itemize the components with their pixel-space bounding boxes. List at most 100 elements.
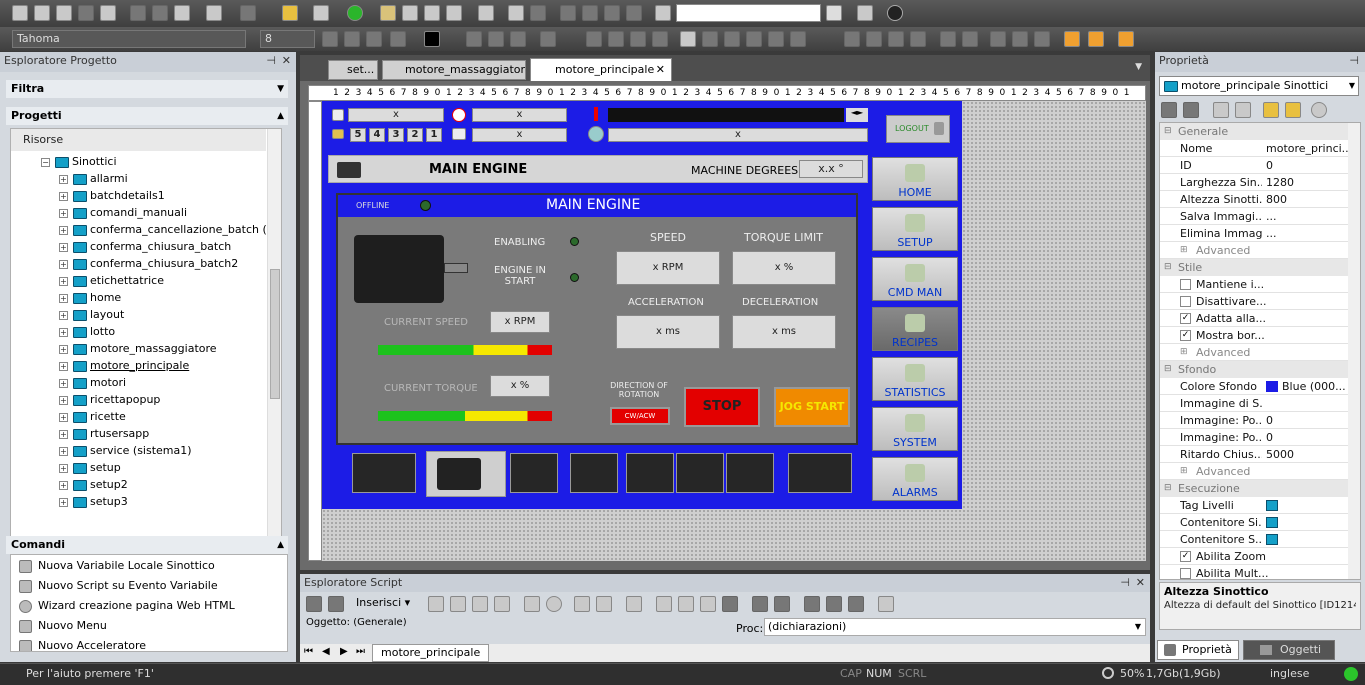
property-row[interactable]: Elimina Immag...... bbox=[1160, 225, 1356, 242]
gear-icon[interactable] bbox=[380, 5, 396, 21]
property-checkbox[interactable]: ✓ bbox=[1180, 330, 1191, 341]
expand-icon[interactable]: + bbox=[59, 378, 68, 388]
property-row[interactable]: ✓ Mostra bor... bbox=[1160, 327, 1356, 344]
property-row-bg-color[interactable]: Colore Sfondo Blue (000... bbox=[1160, 378, 1356, 395]
expand-icon[interactable]: + bbox=[59, 361, 68, 371]
size-3-icon[interactable] bbox=[888, 31, 904, 47]
align-2-icon[interactable] bbox=[724, 31, 740, 47]
key-2[interactable]: 2 bbox=[407, 128, 423, 142]
property-value[interactable]: ... bbox=[1266, 225, 1350, 242]
snap-icon[interactable] bbox=[1088, 31, 1104, 47]
key-5[interactable]: 5 bbox=[350, 128, 366, 142]
expand-icon[interactable]: ⊞ bbox=[1180, 242, 1188, 259]
cross-ref-icon[interactable] bbox=[560, 5, 576, 21]
arrange-2-icon[interactable] bbox=[608, 31, 624, 47]
arrange-3-icon[interactable] bbox=[630, 31, 646, 47]
thumb-5[interactable] bbox=[626, 453, 674, 493]
collapse-icon[interactable]: ⊟ bbox=[1164, 361, 1172, 378]
script-stop-icon[interactable] bbox=[328, 596, 344, 612]
verify-icon[interactable] bbox=[626, 5, 642, 21]
thumb-2[interactable] bbox=[426, 451, 506, 497]
script-replace-icon[interactable] bbox=[826, 596, 842, 612]
tree-item[interactable]: + comandi_manuali bbox=[59, 204, 187, 221]
property-row[interactable]: Immagine: Po... 0 bbox=[1160, 412, 1356, 429]
fill-color-icon[interactable] bbox=[424, 31, 440, 47]
property-row[interactable]: Nome motore_princi... bbox=[1160, 140, 1356, 157]
open-icon[interactable] bbox=[34, 5, 50, 21]
prev-icon[interactable]: ◀ bbox=[322, 646, 330, 657]
chevron-down-icon[interactable]: ▼ bbox=[1135, 619, 1141, 635]
font-name-select[interactable]: Tahoma bbox=[12, 30, 246, 48]
script-bookmark-icon[interactable] bbox=[848, 596, 864, 612]
key-3[interactable]: 3 bbox=[388, 128, 404, 142]
expand-icon[interactable]: + bbox=[59, 242, 68, 252]
banner-arrows[interactable]: ◄► bbox=[846, 108, 868, 122]
property-row[interactable]: Abilita Mult... bbox=[1160, 565, 1356, 579]
arrange-1-icon[interactable] bbox=[586, 31, 602, 47]
search-input[interactable] bbox=[676, 4, 821, 22]
tree-item[interactable]: + motori bbox=[59, 374, 126, 391]
tree-item[interactable]: + lotto bbox=[59, 323, 115, 340]
property-value[interactable]: 1280 bbox=[1266, 174, 1350, 191]
pin-icon[interactable]: ⊣ bbox=[1120, 576, 1130, 589]
property-checkbox[interactable]: ✓ bbox=[1180, 313, 1191, 324]
thumb-6[interactable] bbox=[676, 453, 724, 493]
property-row[interactable]: Salva Immagi...... bbox=[1160, 208, 1356, 225]
property-row[interactable]: Immagine di S... bbox=[1160, 395, 1356, 412]
size-4-icon[interactable] bbox=[910, 31, 926, 47]
thumb-3[interactable] bbox=[510, 453, 558, 493]
first-icon[interactable]: ⏮ bbox=[304, 646, 313, 657]
tree-item[interactable]: + conferma_cancellazione_batch (c bbox=[59, 221, 273, 238]
expand-icon[interactable]: + bbox=[59, 480, 68, 490]
align-center-icon[interactable] bbox=[488, 31, 504, 47]
advanced-toggle[interactable]: ⊞ Advanced bbox=[1160, 344, 1356, 361]
nav-button-setup[interactable]: SETUP bbox=[872, 207, 958, 251]
expand-icon[interactable]: + bbox=[59, 344, 68, 354]
thumb-8[interactable] bbox=[788, 453, 852, 493]
tree-item[interactable]: + setup bbox=[59, 459, 121, 476]
size-2-icon[interactable] bbox=[866, 31, 882, 47]
collapse-icon[interactable]: ⊟ bbox=[1164, 123, 1172, 140]
find-icon[interactable] bbox=[655, 5, 671, 21]
script-run-icon[interactable] bbox=[428, 596, 444, 612]
thumb-7[interactable] bbox=[726, 453, 774, 493]
script-tab[interactable]: motore_principale bbox=[372, 644, 490, 662]
monitor-icon[interactable] bbox=[313, 5, 329, 21]
property-row[interactable]: Larghezza Sin... 1280 bbox=[1160, 174, 1356, 191]
scroll-thumb[interactable] bbox=[270, 269, 280, 399]
script-find-icon[interactable] bbox=[804, 596, 820, 612]
script-verify-icon[interactable] bbox=[450, 596, 466, 612]
prop-pages-icon[interactable] bbox=[1263, 102, 1279, 118]
script-paste-icon[interactable] bbox=[700, 596, 716, 612]
compile-icon[interactable] bbox=[604, 5, 620, 21]
script-redo-icon[interactable] bbox=[774, 596, 790, 612]
script-font-icon[interactable] bbox=[524, 596, 540, 612]
stop-button[interactable]: STOP bbox=[684, 387, 760, 427]
tree-item[interactable]: + rtusersapp bbox=[59, 425, 149, 442]
speed-field[interactable]: x RPM bbox=[616, 251, 720, 285]
cut-icon[interactable] bbox=[130, 5, 146, 21]
property-checkbox[interactable] bbox=[1180, 279, 1191, 290]
space-3-icon[interactable] bbox=[990, 31, 1006, 47]
checklist-icon[interactable] bbox=[446, 5, 462, 21]
expand-icon[interactable]: + bbox=[59, 327, 68, 337]
thumb-4[interactable] bbox=[570, 453, 618, 493]
torque-limit-field[interactable]: x % bbox=[732, 251, 836, 285]
script-check-icon[interactable] bbox=[306, 596, 322, 612]
arrange-4-icon[interactable] bbox=[652, 31, 668, 47]
object-select[interactable]: Oggetto: (Generale) bbox=[306, 618, 720, 628]
tab-motore-massaggiatore[interactable]: motore_massaggiatore bbox=[382, 60, 526, 80]
script-grid-icon[interactable] bbox=[626, 596, 642, 612]
filter-bar[interactable]: Filtra ▼ bbox=[6, 80, 288, 98]
property-picker-icon[interactable] bbox=[1266, 517, 1278, 528]
tree-item[interactable]: + batchdetails1 bbox=[59, 187, 165, 204]
run-icon[interactable] bbox=[347, 5, 363, 21]
expand-icon[interactable]: ⊞ bbox=[1180, 344, 1188, 361]
align-3-icon[interactable] bbox=[746, 31, 762, 47]
nav-button-recipes[interactable]: RECIPES bbox=[872, 307, 958, 351]
thumb-1[interactable] bbox=[352, 453, 416, 493]
property-category[interactable]: ⊟ Esecuzione bbox=[1160, 480, 1356, 497]
tree-item[interactable]: + conferma_chiusura_batch2 bbox=[59, 255, 238, 272]
property-row[interactable]: Tag Livelli bbox=[1160, 497, 1356, 514]
expand-icon[interactable]: + bbox=[59, 412, 68, 422]
